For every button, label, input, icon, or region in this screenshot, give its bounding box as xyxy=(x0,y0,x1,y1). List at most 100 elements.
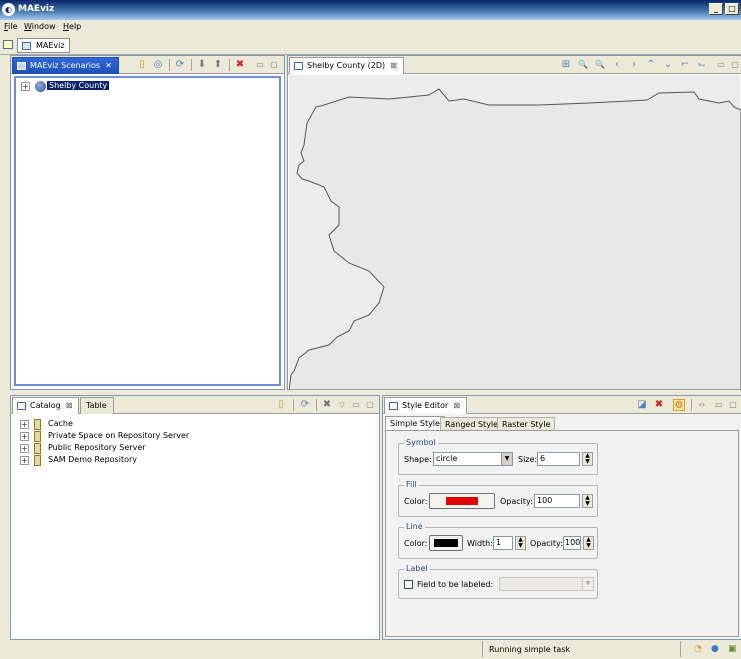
menu-help[interactable]: Help xyxy=(63,22,81,31)
tab-simple-style[interactable]: Simple Style xyxy=(385,416,445,430)
select-icon[interactable]: ⌐ xyxy=(679,59,691,71)
view-icon xyxy=(389,402,398,410)
new-item-icon[interactable]: ▯ xyxy=(275,399,287,411)
delete-style-icon[interactable]: ✖ xyxy=(653,399,665,411)
info-icon[interactable]: ⌙ xyxy=(696,59,708,71)
toolbar-separator xyxy=(293,399,294,411)
expand-icon[interactable]: + xyxy=(20,432,29,441)
fill-color-swatch xyxy=(446,497,478,505)
map-canvas[interactable] xyxy=(289,75,741,390)
pan-left-icon[interactable]: ‹ xyxy=(611,59,623,71)
maximize-view-icon[interactable]: ▢ xyxy=(364,399,376,411)
line-opacity-input[interactable]: 100 xyxy=(563,536,581,550)
minimize-view-icon[interactable]: ▭ xyxy=(713,399,725,411)
globe-icon[interactable]: ◎ xyxy=(152,59,164,71)
tab-ranged-style[interactable]: Ranged Style xyxy=(440,417,504,430)
tab-catalog[interactable]: Catalog ⊠ xyxy=(12,397,80,414)
expand-icon[interactable]: + xyxy=(20,456,29,465)
pan-up-icon[interactable]: ⌃ xyxy=(645,59,657,71)
progress-icon[interactable]: ◔ xyxy=(694,644,705,655)
delete-icon[interactable]: ✖ xyxy=(321,399,333,411)
line-color-button[interactable] xyxy=(429,535,463,551)
repository-icon xyxy=(34,443,41,454)
minimize-view-icon[interactable]: ▭ xyxy=(350,399,362,411)
task-list-icon[interactable]: ▣ xyxy=(728,644,739,655)
dropdown-arrow-icon[interactable]: ▼ xyxy=(582,578,593,590)
menu-window[interactable]: Window xyxy=(24,22,56,31)
maximize-view-icon[interactable]: ▢ xyxy=(727,399,739,411)
zoom-extent-icon[interactable]: ⊞ xyxy=(560,59,572,71)
open-perspective-icon[interactable] xyxy=(3,40,13,49)
move-down-icon[interactable]: ⬇ xyxy=(196,59,208,71)
zoom-out-icon[interactable]: 🔍 xyxy=(594,59,606,71)
apply-style-icon[interactable]: ◪ xyxy=(636,399,648,411)
tab-table[interactable]: Table xyxy=(80,397,114,414)
bug-icon[interactable]: ● xyxy=(711,644,722,655)
size-spinner[interactable]: ▲ ▼ xyxy=(582,452,593,466)
field-to-be-labeled-checkbox[interactable] xyxy=(404,580,413,589)
zoom-in-icon[interactable]: 🔍 xyxy=(577,59,589,71)
view-menu-icon[interactable]: ▽ xyxy=(336,399,348,411)
fill-opacity-value: 100 xyxy=(537,496,553,505)
close-icon[interactable]: ⊠ xyxy=(66,401,73,410)
pan-right-icon[interactable]: › xyxy=(628,59,640,71)
catalog-item[interactable]: + Cache xyxy=(20,419,320,430)
line-opacity-spinner[interactable]: ▲ ▼ xyxy=(583,536,594,550)
dropdown-arrow-icon[interactable]: ▼ xyxy=(501,453,512,465)
tab-shelby-county-2d[interactable]: Shelby County (2D) ⊠ xyxy=(289,57,404,74)
catalog-item-label: Public Repository Server xyxy=(48,443,146,452)
pan-down-icon[interactable]: ⌄ xyxy=(662,59,674,71)
tree-node-shelby-county[interactable]: + Shelby County xyxy=(21,81,141,93)
minimize-view-icon[interactable]: ▭ xyxy=(254,59,266,71)
line-group: Line Color: Width: 1 ▲ ▼ Opacity: 100 ▲ ▼ xyxy=(398,522,598,559)
catalog-item-label: SAM Demo Repository xyxy=(48,455,137,464)
tree-node-label: Shelby County xyxy=(47,81,110,90)
title-bar: ◐ MAEviz _ □ xyxy=(0,0,741,20)
auto-apply-toggle-icon[interactable]: ⚙ xyxy=(673,399,685,411)
label-field-select[interactable]: ▼ xyxy=(499,577,594,591)
maximize-view-icon[interactable]: ▢ xyxy=(268,59,280,71)
minimize-view-icon[interactable]: ▭ xyxy=(715,59,727,71)
catalog-item[interactable]: + SAM Demo Repository xyxy=(20,455,320,466)
new-scenario-icon[interactable]: ▯ xyxy=(136,59,148,71)
fill-opacity-spinner[interactable]: ▲ ▼ xyxy=(582,494,593,508)
expand-icon[interactable]: + xyxy=(20,420,29,429)
size-input[interactable]: 6 xyxy=(537,452,580,466)
close-icon[interactable]: ✕ xyxy=(105,61,112,70)
repository-icon xyxy=(34,455,41,466)
line-width-input[interactable]: 1 xyxy=(493,536,513,550)
toolbar-separator xyxy=(691,399,692,411)
field-to-be-labeled-label: Field to be labeled: xyxy=(417,580,494,589)
shape-select[interactable]: circle ▼ xyxy=(433,452,513,466)
minimize-button[interactable]: _ xyxy=(709,3,723,15)
close-icon[interactable]: ⊠ xyxy=(390,61,397,70)
fill-color-button[interactable] xyxy=(429,493,495,509)
code-icon[interactable]: ‹› xyxy=(696,399,708,411)
symbol-legend: Symbol xyxy=(404,438,438,447)
refresh-icon[interactable]: ⟳ xyxy=(174,59,186,71)
catalog-item[interactable]: + Public Repository Server xyxy=(20,443,320,454)
tab-raster-style[interactable]: Raster Style xyxy=(497,417,556,430)
refresh-icon[interactable]: ⟳ xyxy=(299,399,311,411)
status-bar: Running simple task ◔ ● ▣ xyxy=(0,641,741,659)
repository-icon xyxy=(34,419,41,430)
maximize-button[interactable]: □ xyxy=(725,3,739,15)
menu-file[interactable]: File xyxy=(4,22,17,31)
size-value: 6 xyxy=(540,454,546,463)
close-icon[interactable]: ⊠ xyxy=(453,401,460,410)
delete-icon[interactable]: ✖ xyxy=(234,59,246,71)
scenarios-panel: MAEviz Scenarios ✕ ▯ ◎ ⟳ ⬇ ⬆ ✖ ▭ ▢ + Shel… xyxy=(10,55,285,390)
maximize-view-icon[interactable]: ▢ xyxy=(729,59,741,71)
tab-style-editor[interactable]: Style Editor ⊠ xyxy=(384,397,468,414)
toolbar-separator xyxy=(169,59,170,71)
move-up-icon[interactable]: ⬆ xyxy=(212,59,224,71)
tab-maeviz-scenarios[interactable]: MAEviz Scenarios ✕ xyxy=(12,57,119,74)
catalog-item[interactable]: + Private Space on Repository Server xyxy=(20,431,320,442)
line-width-spinner[interactable]: ▲ ▼ xyxy=(515,536,526,550)
perspective-label: MAEviz xyxy=(36,41,65,50)
perspective-maeviz-button[interactable]: MAEviz xyxy=(17,38,70,53)
expand-icon[interactable]: + xyxy=(21,82,30,91)
expand-icon[interactable]: + xyxy=(20,444,29,453)
fill-opacity-input[interactable]: 100 xyxy=(534,494,580,508)
fill-legend: Fill xyxy=(404,480,419,489)
